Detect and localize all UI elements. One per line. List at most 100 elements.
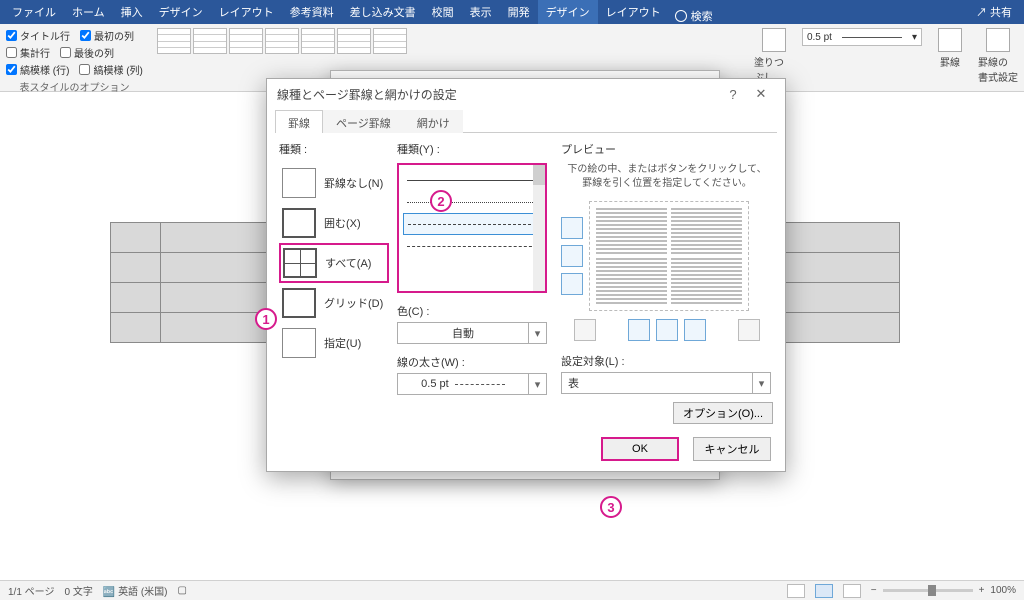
kind-box-icon (282, 208, 316, 238)
preview-diag2-button[interactable] (738, 319, 760, 341)
macro-record-icon[interactable]: ▢ (178, 585, 187, 596)
table-style-thumb[interactable] (265, 28, 299, 54)
table-styles-gallery[interactable] (157, 28, 407, 54)
width-combo[interactable]: 0.5 pt ▾ (397, 373, 547, 395)
kind-custom-icon (282, 328, 316, 358)
ok-button[interactable]: OK (601, 437, 679, 461)
opt-banded-row[interactable]: 縞模様 (行) (6, 62, 69, 77)
zoom-slider[interactable] (883, 589, 973, 592)
search-placeholder: 検索 (691, 8, 713, 24)
line-style-dashdot[interactable] (403, 235, 541, 257)
kind-custom[interactable]: 指定(U) (279, 323, 389, 363)
tab-review[interactable]: 校閲 (424, 0, 462, 24)
border-preview[interactable] (589, 201, 749, 311)
view-web-layout[interactable] (843, 584, 861, 598)
borders-icon (938, 28, 962, 52)
cancel-button[interactable]: キャンセル (693, 437, 771, 461)
tab-mailings[interactable]: 差し込み文書 (342, 0, 424, 24)
kind-grid[interactable]: グリッド(D) (279, 283, 389, 323)
kind-label: 種類 : (279, 141, 389, 157)
borders-button[interactable]: 罫線 (930, 28, 970, 69)
pen-width-combo[interactable]: 0.5 pt▾ (802, 28, 922, 46)
opt-total-row[interactable]: 集計行 (6, 45, 50, 60)
border-format-icon (986, 28, 1010, 52)
view-read-mode[interactable] (787, 584, 805, 598)
tab-file[interactable]: ファイル (4, 0, 64, 24)
opt-first-col[interactable]: 最初の列 (80, 28, 134, 43)
tab-home[interactable]: ホーム (64, 0, 113, 24)
borders-shading-dialog: 線種とページ罫線と網かけの設定 ? ✕ 罫線 ページ罫線 網かけ 種類 : 罫線… (266, 78, 786, 472)
chevron-down-icon: ▾ (528, 374, 546, 394)
opt-title-row[interactable]: タイトル行 (6, 28, 70, 43)
dialog-tab-shading[interactable]: 網かけ (404, 110, 463, 133)
preview-vmid-border-button[interactable] (656, 319, 678, 341)
table-style-thumb[interactable] (301, 28, 335, 54)
zoom-in-button[interactable]: + (979, 585, 985, 596)
preview-hmid-border-button[interactable] (561, 245, 583, 267)
tab-design[interactable]: デザイン (151, 0, 211, 24)
kind-none[interactable]: 罫線なし(N) (279, 163, 389, 203)
tab-view[interactable]: 表示 (462, 0, 500, 24)
opt-banded-col[interactable]: 縞模様 (列) (79, 62, 142, 77)
dialog-tabs: 罫線 ページ罫線 網かけ (275, 109, 777, 133)
line-style-list[interactable] (397, 163, 547, 293)
table-style-thumb[interactable] (193, 28, 227, 54)
line-style-dotted[interactable] (403, 191, 541, 213)
zoom-control[interactable]: − + 100% (871, 585, 1016, 596)
table-style-options: タイトル行 最初の列 集計行 最後の列 縞模様 (行) 縞模様 (列) (6, 28, 143, 77)
status-page[interactable]: 1/1 ページ (8, 583, 54, 598)
preview-left-border-button[interactable] (628, 319, 650, 341)
kind-box[interactable]: 囲む(X) (279, 203, 389, 243)
tell-me-search[interactable]: 検索 (669, 8, 719, 24)
opt-last-col[interactable]: 最後の列 (60, 45, 114, 60)
share-button[interactable]: ↗ 共有 (968, 0, 1020, 24)
color-label: 色(C) : (397, 303, 547, 319)
line-style-dashed[interactable] (403, 213, 541, 235)
view-print-layout[interactable] (815, 584, 833, 598)
tab-table-layout[interactable]: レイアウト (598, 0, 669, 24)
kind-grid-icon (282, 288, 316, 318)
chevron-down-icon: ▾ (752, 373, 770, 393)
app-titlebar: ファイル ホーム 挿入 デザイン レイアウト 参考資料 差し込み文書 校閲 表示… (0, 0, 1024, 24)
dialog-tab-page-border[interactable]: ページ罫線 (323, 110, 404, 133)
tab-references[interactable]: 参考資料 (282, 0, 342, 24)
status-language[interactable]: 🔤 英語 (米国) (103, 583, 168, 598)
preview-label: プレビュー (561, 141, 773, 157)
status-word-count[interactable]: 0 文字 (64, 583, 92, 598)
callout-2: 2 (430, 190, 452, 212)
tab-insert[interactable]: 挿入 (113, 0, 151, 24)
kind-all-icon (283, 248, 317, 278)
dialog-title: 線種とページ罫線と網かけの設定 (277, 86, 457, 103)
tab-layout[interactable]: レイアウト (211, 0, 282, 24)
zoom-percent[interactable]: 100% (990, 585, 1016, 596)
style-label: 種類(Y) : (397, 141, 547, 157)
dialog-tab-borders[interactable]: 罫線 (275, 110, 323, 133)
line-style-solid[interactable] (403, 169, 541, 191)
shading-button[interactable]: 塗りつぶし (754, 28, 794, 84)
apply-to-combo[interactable]: 表▾ (561, 372, 771, 394)
dialog-close-button[interactable]: ✕ (747, 86, 775, 102)
style-scrollbar[interactable] (533, 165, 545, 291)
table-style-thumb[interactable] (337, 28, 371, 54)
preview-right-border-button[interactable] (684, 319, 706, 341)
tab-developer[interactable]: 開発 (500, 0, 538, 24)
table-style-thumb[interactable] (157, 28, 191, 54)
preview-bottom-border-button[interactable] (561, 273, 583, 295)
border-format-button[interactable]: 罫線の 書式設定 (978, 28, 1018, 84)
preview-hint: 下の絵の中、またはボタンをクリックして、罫線を引く位置を指定してください。 (561, 163, 773, 191)
tab-table-design[interactable]: デザイン (538, 0, 598, 24)
preview-diag1-button[interactable] (574, 319, 596, 341)
table-style-thumb[interactable] (373, 28, 407, 54)
bucket-icon (762, 28, 786, 52)
callout-1: 1 (255, 308, 277, 330)
zoom-out-button[interactable]: − (871, 585, 877, 596)
kind-all[interactable]: すべて(A) (279, 243, 389, 283)
dialog-help-button[interactable]: ? (719, 87, 747, 102)
options-button[interactable]: オプション(O)... (673, 402, 773, 424)
color-combo[interactable]: 自動▾ (397, 322, 547, 344)
kind-none-icon (282, 168, 316, 198)
preview-top-border-button[interactable] (561, 217, 583, 239)
table-style-thumb[interactable] (229, 28, 263, 54)
width-label: 線の太さ(W) : (397, 354, 547, 370)
pen-line-preview (842, 37, 902, 38)
